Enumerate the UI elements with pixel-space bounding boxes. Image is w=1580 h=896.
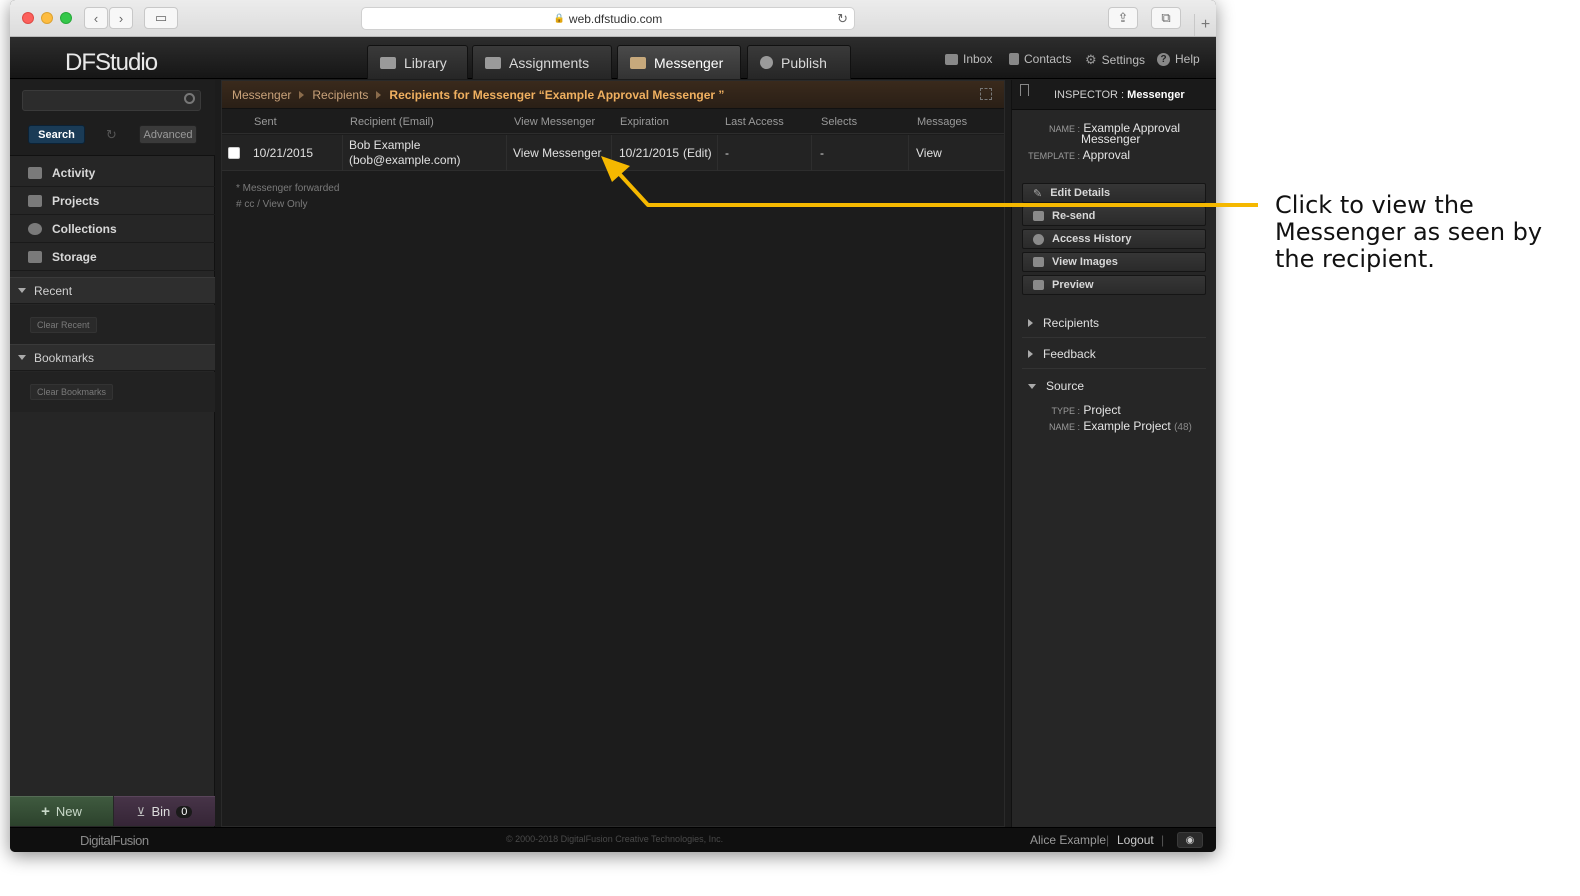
arrow-line <box>612 166 1258 207</box>
annotation-arrow <box>601 156 1258 207</box>
annotation-text: Click to view the Messenger as seen by t… <box>1275 191 1543 273</box>
